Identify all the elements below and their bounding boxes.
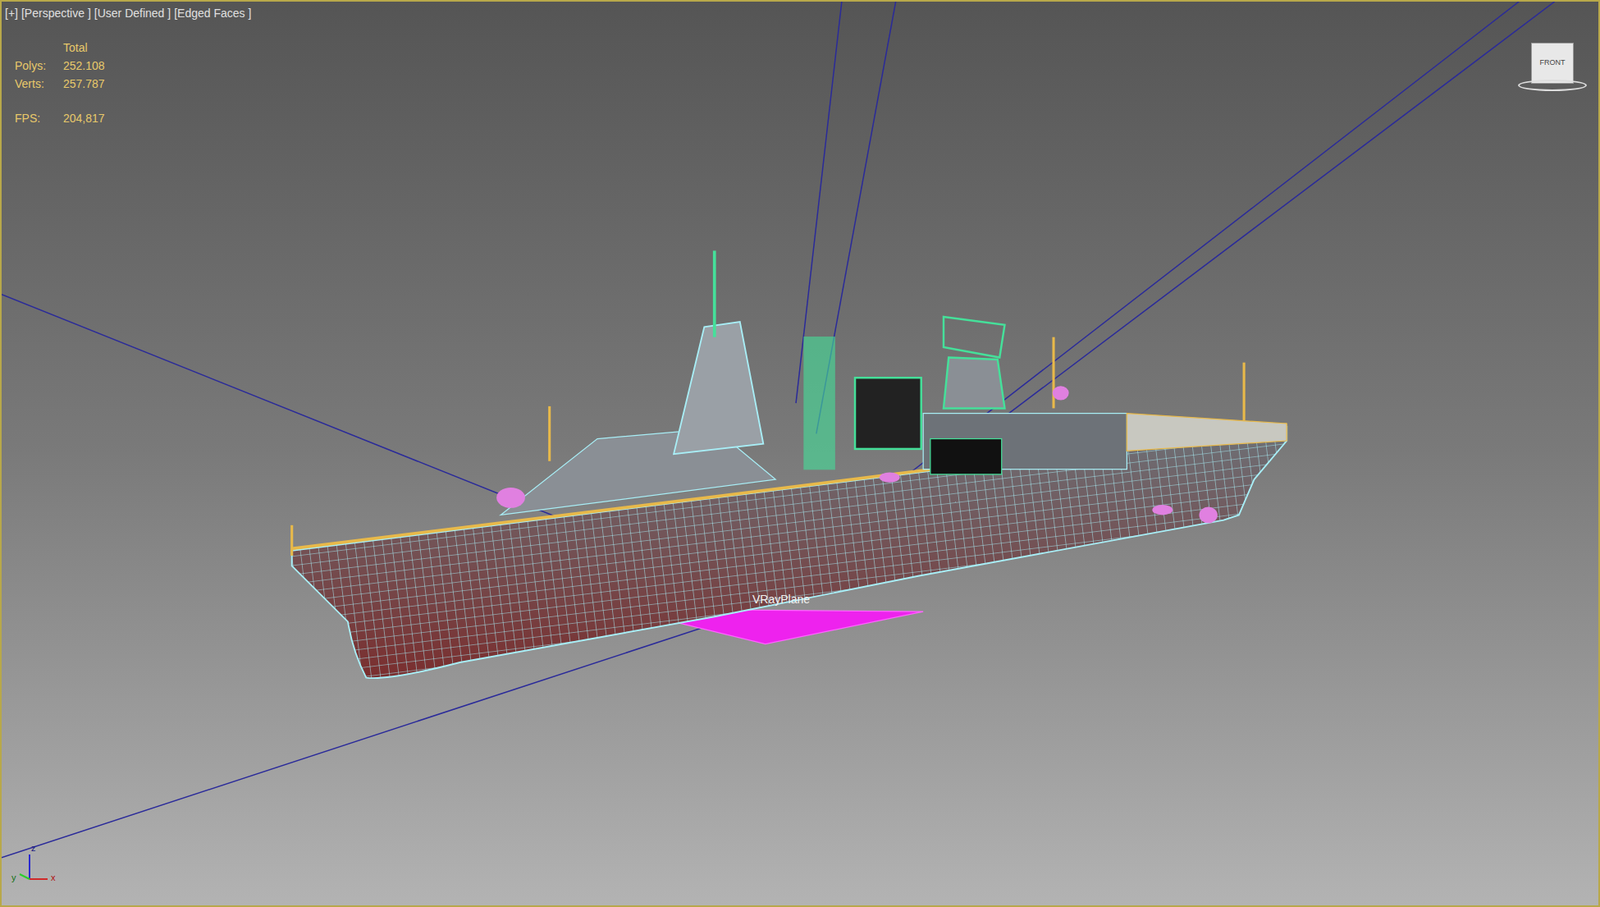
vray-plane-label: VRayPlane [752, 590, 810, 608]
stat-label: Verts: [14, 74, 60, 93]
axis-tripod: zxy [8, 849, 61, 883]
helideck [1126, 413, 1287, 452]
bridge-tower [673, 321, 764, 454]
fps-value: 204,817 [63, 109, 1596, 128]
stat-value: 252.108 [63, 56, 1596, 75]
radar [943, 316, 1005, 358]
stat-label: Polys: [14, 56, 60, 75]
stats-panel: TotalPolys:252.108Verts:257.787FPS:204,8… [4, 38, 1596, 128]
viewport-labels: [+][Perspective ][User Defined ][Edged F… [4, 4, 1596, 23]
viewcube-face[interactable]: FRONT [1540, 57, 1566, 69]
ship-model[interactable] [1, 1, 1599, 906]
viewport-label[interactable]: [Perspective ] [21, 4, 92, 23]
viewport-label[interactable]: [+] [4, 4, 19, 23]
viewport-label[interactable]: [Edged Faces ] [173, 4, 252, 23]
light-lines [1, 1, 1555, 858]
stats-header: Total [63, 38, 1596, 57]
fps-label: FPS: [14, 109, 60, 128]
viewport[interactable]: [+][Perspective ][User Defined ][Edged F… [0, 0, 1600, 907]
viewcube[interactable]: FRONT [1517, 42, 1587, 92]
hull[interactable] [292, 426, 1288, 678]
viewport-label[interactable]: [User Defined ] [94, 4, 171, 23]
stat-value: 257.787 [63, 74, 1596, 93]
